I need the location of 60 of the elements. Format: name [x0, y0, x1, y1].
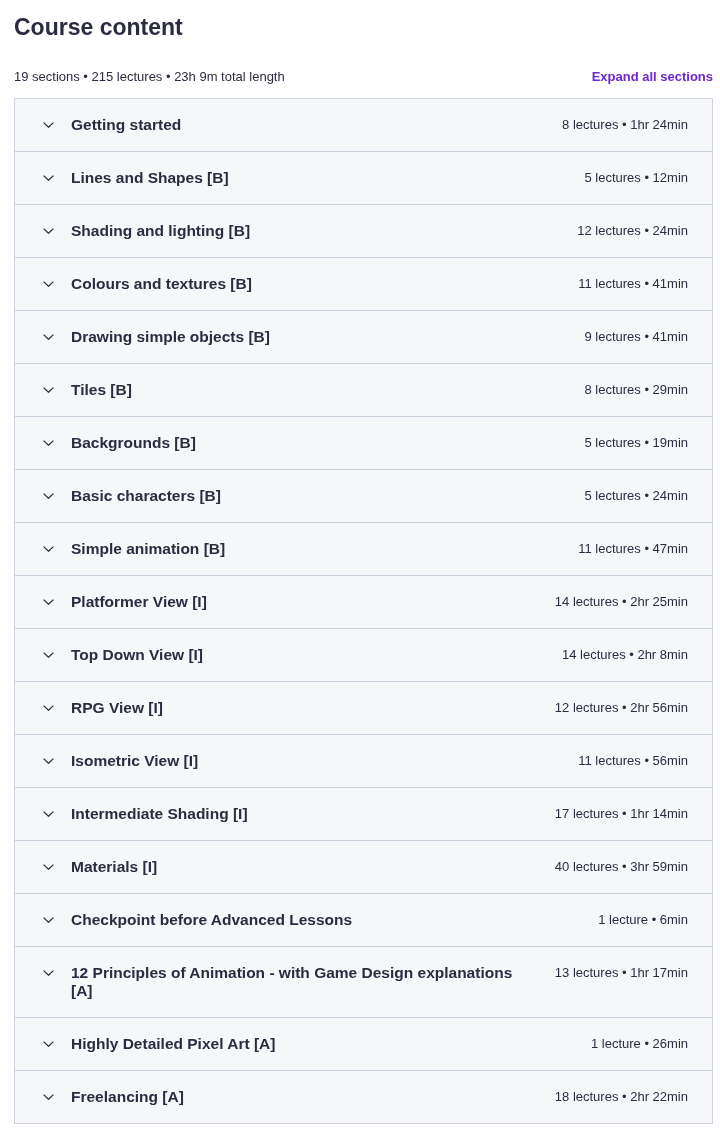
- section-title: Isometric View [I]: [71, 752, 200, 770]
- section-header[interactable]: Lines and Shapes [B] 5 lectures • 12min: [15, 152, 712, 205]
- page-heading: Course content: [14, 13, 184, 42]
- section-title: Platformer View [I]: [71, 593, 208, 611]
- section-info: 1 lecture • 26min: [590, 1035, 688, 1053]
- section-title: Freelancing [A]: [71, 1088, 185, 1106]
- section-info: 5 lectures • 12min: [584, 169, 688, 187]
- section-title: RPG View [I]: [71, 699, 164, 717]
- section-title: Top Down View [I]: [71, 646, 205, 664]
- section-title: Colours and textures [B]: [71, 275, 253, 293]
- section-info: 5 lectures • 24min: [584, 487, 688, 505]
- section-header[interactable]: Intermediate Shading [I] 17 lectures • 1hr 14min: [15, 788, 712, 841]
- section-header[interactable]: Getting started 8 lectures • 1hr 24min: [15, 99, 712, 152]
- section-header[interactable]: Freelancing [A] 18 lectures • 2hr 22min: [15, 1071, 712, 1124]
- section-title: Simple animation [B]: [71, 540, 227, 558]
- section-title: Checkpoint before Advanced Lessons: [71, 911, 354, 929]
- section-info: 9 lectures • 41min: [584, 328, 688, 346]
- section-header[interactable]: Isometric View [I] 11 lectures • 56min: [15, 735, 712, 788]
- section-header[interactable]: RPG View [I] 12 lectures • 2hr 56min: [15, 682, 712, 735]
- section-title: Intermediate Shading [I]: [71, 805, 249, 823]
- section-info: 40 lectures • 3hr 59min: [554, 858, 688, 876]
- section-title: 12 Principles of Animation - with Game Design explanations [A]: [71, 964, 514, 1000]
- section-info: 12 lectures • 2hr 56min: [554, 699, 688, 717]
- section-header[interactable]: Checkpoint before Advanced Lessons 1 lecture • 6min: [15, 894, 712, 947]
- section-title: Lines and Shapes [B]: [71, 169, 230, 187]
- section-title: Shading and lighting [B]: [71, 222, 252, 240]
- section-info: 11 lectures • 56min: [578, 752, 688, 770]
- section-title: Tiles [B]: [71, 381, 133, 399]
- section-info: 14 lectures • 2hr 8min: [562, 646, 688, 664]
- section-info: 11 lectures • 41min: [578, 275, 688, 293]
- section-header[interactable]: Drawing simple objects [B] 9 lectures • 41min: [15, 311, 712, 364]
- section-info: 8 lectures • 1hr 24min: [562, 116, 688, 134]
- section-header[interactable]: Highly Detailed Pixel Art [A] 1 lecture • 26min: [15, 1018, 712, 1071]
- section-header[interactable]: Shading and lighting [B] 12 lectures • 24min: [15, 205, 712, 258]
- section-header[interactable]: Top Down View [I] 14 lectures • 2hr 8min: [15, 629, 712, 682]
- section-title: Materials [I]: [71, 858, 159, 876]
- course-summary: 19 sections • 215 lectures • 23h 9m total length: [14, 68, 285, 86]
- section-info: 14 lectures • 2hr 25min: [554, 593, 688, 611]
- section-header[interactable]: Simple animation [B] 11 lectures • 47min: [15, 523, 712, 576]
- section-title: Basic characters [B]: [71, 487, 222, 505]
- section-info: 5 lectures • 19min: [584, 434, 688, 452]
- section-header[interactable]: Platformer View [I] 14 lectures • 2hr 25min: [15, 576, 712, 629]
- section-header[interactable]: 12 Principles of Animation - with Game Design explanations [A] 13 lectures • 1hr 17min: [15, 947, 712, 1018]
- section-info: 18 lectures • 2hr 22min: [554, 1088, 688, 1106]
- section-info: 17 lectures • 1hr 14min: [554, 805, 688, 823]
- section-info: 1 lecture • 6min: [598, 911, 688, 929]
- expand-all-link[interactable]: Expand all sections: [591, 68, 713, 86]
- section-info: 11 lectures • 47min: [578, 540, 688, 558]
- section-header[interactable]: Basic characters [B] 5 lectures • 24min: [15, 470, 712, 523]
- section-title: Drawing simple objects [B]: [71, 328, 271, 346]
- section-header[interactable]: Colours and textures [B] 11 lectures • 41min: [15, 258, 712, 311]
- section-header[interactable]: Tiles [B] 8 lectures • 29min: [15, 364, 712, 417]
- section-info: 8 lectures • 29min: [584, 381, 688, 399]
- section-header[interactable]: Backgrounds [B] 5 lectures • 19min: [15, 417, 712, 470]
- section-header[interactable]: Materials [I] 40 lectures • 3hr 59min: [15, 841, 712, 894]
- section-title: Backgrounds [B]: [71, 434, 197, 452]
- section-title: Highly Detailed Pixel Art [A]: [71, 1035, 277, 1053]
- section-info: 13 lectures • 1hr 17min: [554, 964, 688, 982]
- section-info: 12 lectures • 24min: [577, 222, 688, 240]
- section-title: Getting started: [71, 116, 183, 134]
